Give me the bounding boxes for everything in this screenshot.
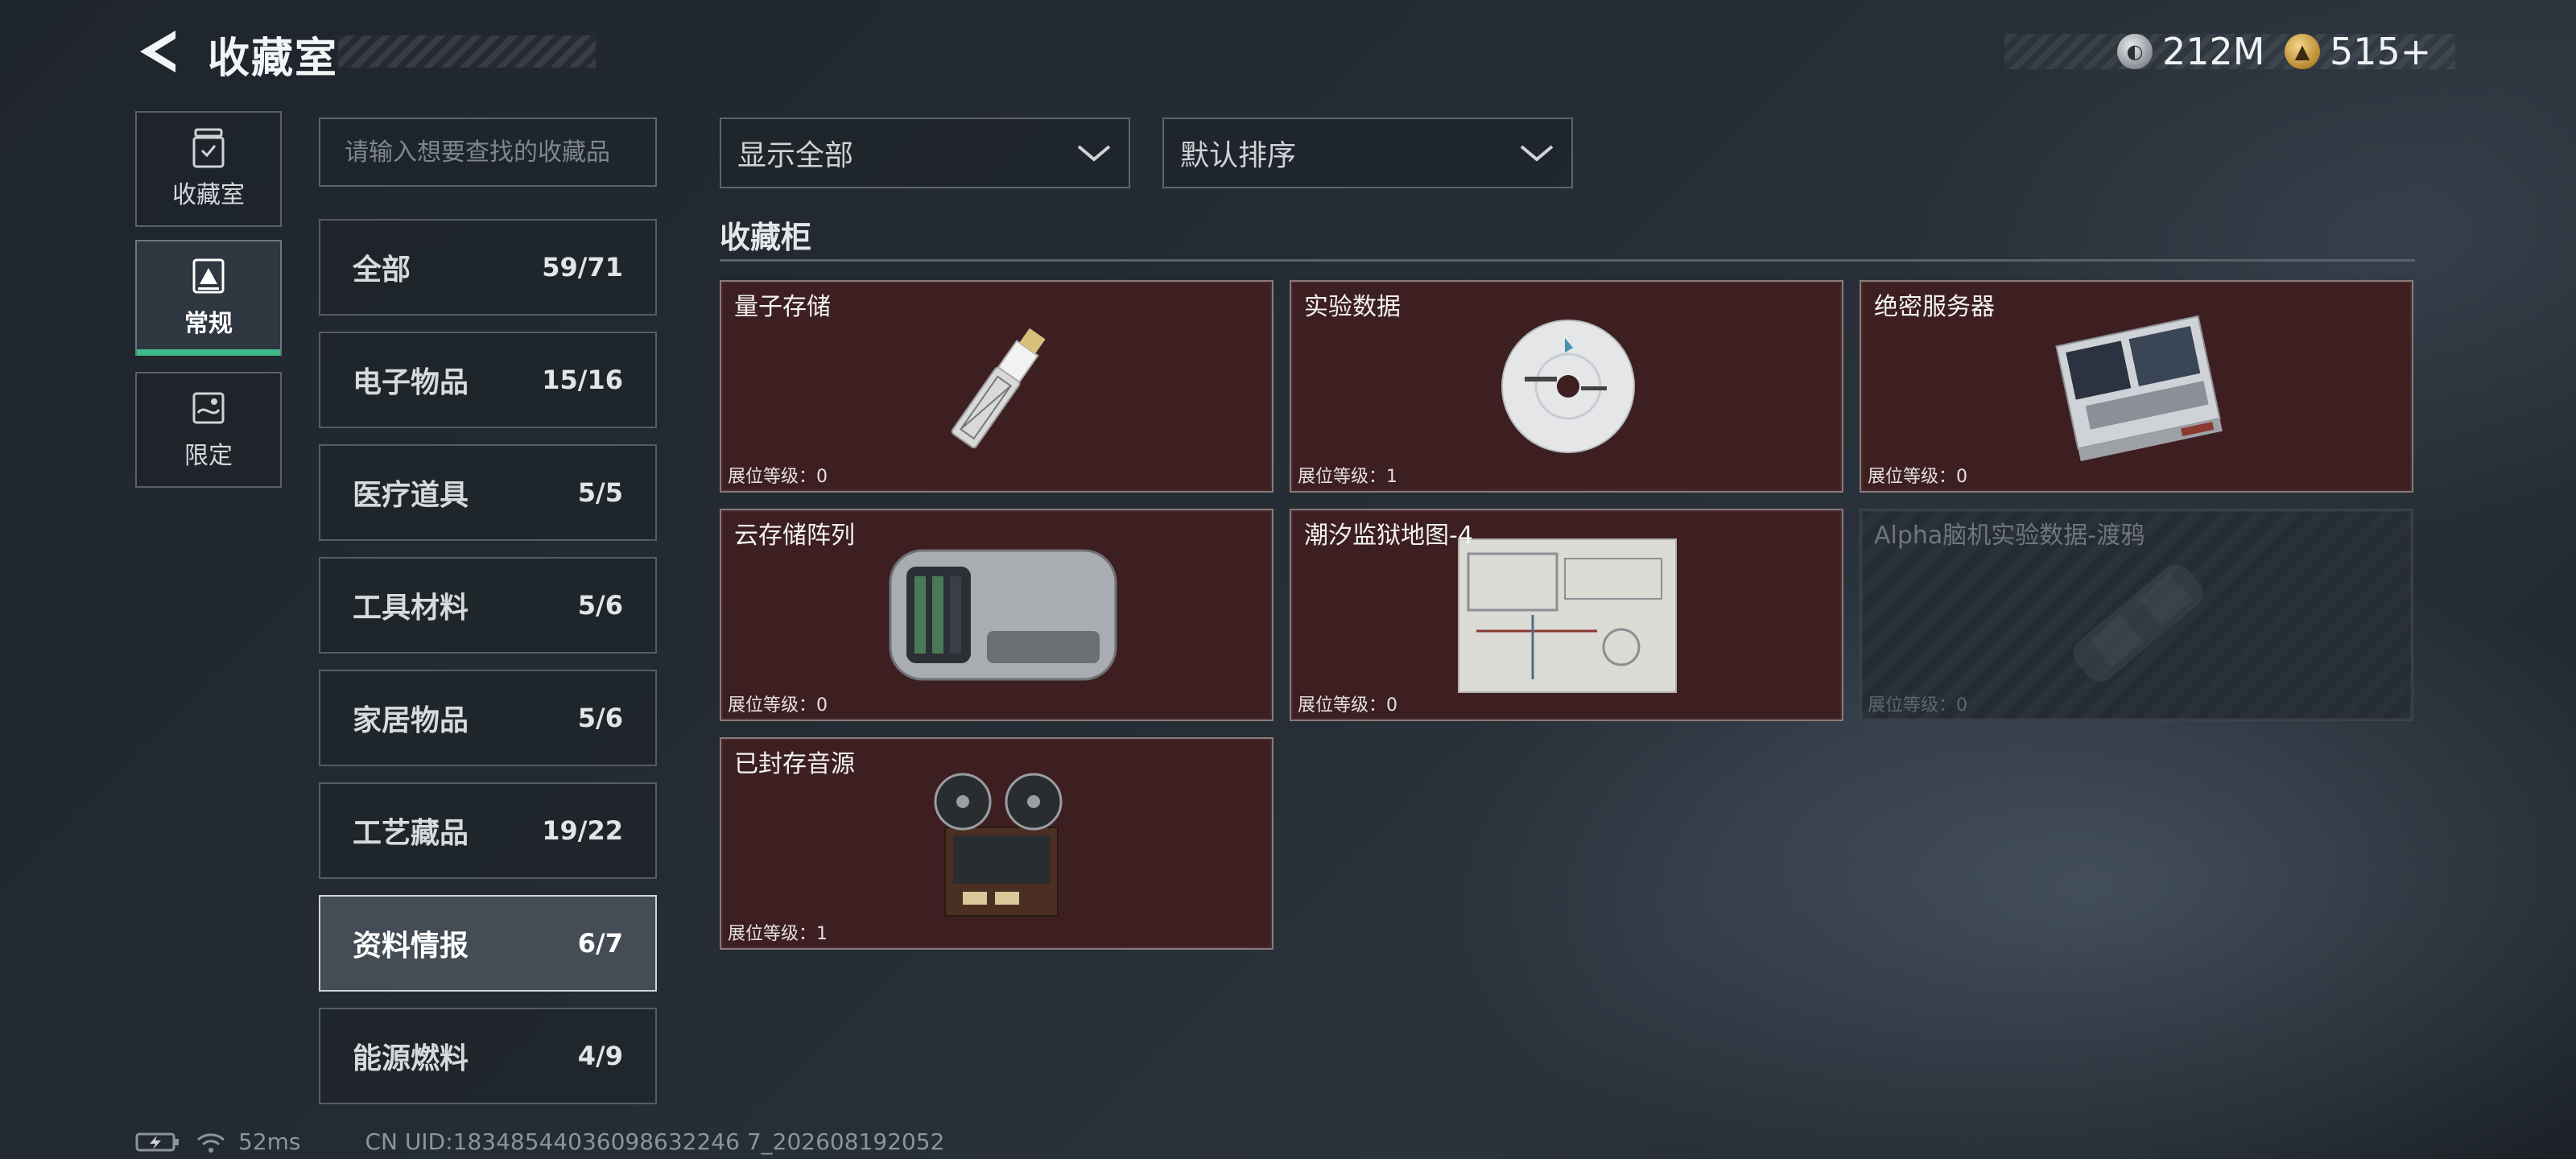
item-name: Alpha脑机实验数据-渡鸦 <box>1874 522 2145 550</box>
regular-icon <box>192 258 225 294</box>
item-level: 展位等级：0 <box>728 695 828 716</box>
item-name: 实验数据 <box>1304 293 1401 321</box>
category-count: 4/9 <box>577 1041 623 1071</box>
title-decoration <box>338 35 596 68</box>
category-name: 工具材料 <box>353 592 469 625</box>
nav-label: 收藏室 <box>172 181 245 209</box>
page-title: 收藏室 <box>208 35 339 83</box>
currency-gold[interactable]: ▲ 515+ <box>2285 27 2431 76</box>
item-level: 展位等级：0 <box>1868 695 1967 716</box>
category-count: 5/5 <box>577 477 623 508</box>
nav-regular[interactable]: 常规 <box>135 240 282 356</box>
item-level: 展位等级：0 <box>1868 467 1967 487</box>
section-divider <box>720 259 2415 262</box>
category-name: 医疗道具 <box>353 479 469 512</box>
currency-silver[interactable]: ◐ 212M <box>2117 27 2265 76</box>
display-filter-dropdown[interactable]: 显示全部 <box>720 118 1130 188</box>
collection-card-locked[interactable]: Alpha脑机实验数据-渡鸦 展位等级：0 <box>1860 509 2413 721</box>
collection-card[interactable]: 量子存储 展位等级：0 <box>720 280 1274 493</box>
category-name: 电子物品 <box>353 366 469 399</box>
item-name: 云存储阵列 <box>734 522 855 550</box>
category-count: 5/6 <box>577 703 623 733</box>
gold-amount: 515+ <box>2330 30 2432 73</box>
category-count: 59/71 <box>542 252 623 283</box>
item-name: 绝密服务器 <box>1874 293 1995 321</box>
section-title: 收藏柜 <box>720 220 812 255</box>
uid-text: CN UID:18348544036098632246 7_2026081920… <box>365 1128 945 1155</box>
nav-label: 限定 <box>184 442 233 470</box>
status-bar: 52ms CN UID:18348544036098632246 7_20260… <box>135 1128 944 1155</box>
collection-card[interactable]: 实验数据 展位等级：1 <box>1290 280 1843 493</box>
collection-card[interactable]: 已封存音源 展位等级：1 <box>720 737 1274 950</box>
item-level: 展位等级：0 <box>1298 695 1397 716</box>
category-count: 6/7 <box>577 928 623 959</box>
category-count: 19/22 <box>542 815 623 846</box>
silver-amount: 212M <box>2162 30 2265 73</box>
silver-coin-icon: ◐ <box>2117 34 2153 69</box>
category-name: 资料情报 <box>353 930 469 963</box>
category-name: 全部 <box>353 254 411 287</box>
limited-icon <box>192 392 225 424</box>
category-name: 能源燃料 <box>353 1042 469 1075</box>
chevron-down-icon <box>1077 145 1111 162</box>
nav-label: 常规 <box>184 310 233 338</box>
item-name: 已封存音源 <box>734 750 855 778</box>
nav-collection-room[interactable]: 收藏室 <box>135 111 282 227</box>
wifi-icon <box>197 1132 225 1153</box>
category-name: 家居物品 <box>353 704 469 737</box>
category-name: 工艺藏品 <box>353 817 469 850</box>
category-all[interactable]: 全部 59/71 <box>319 219 657 316</box>
category-household[interactable]: 家居物品 5/6 <box>319 670 657 766</box>
category-electronics[interactable]: 电子物品 15/16 <box>319 332 657 428</box>
collection-room-icon <box>192 128 225 168</box>
item-name: 量子存储 <box>734 293 831 321</box>
category-energy[interactable]: 能源燃料 4/9 <box>319 1008 657 1104</box>
item-name: 潮汐监狱地图-4 <box>1304 522 1473 550</box>
category-count: 5/6 <box>577 590 623 621</box>
collection-card[interactable]: 潮汐监狱地图-4 展位等级：0 <box>1290 509 1843 721</box>
search-input[interactable] <box>319 118 657 187</box>
ping-value: 52ms <box>238 1128 301 1155</box>
nav-limited[interactable]: 限定 <box>135 372 282 488</box>
chevron-down-icon <box>1520 145 1554 162</box>
collection-card[interactable]: 云存储阵列 展位等级：0 <box>720 509 1274 721</box>
category-medical[interactable]: 医疗道具 5/5 <box>319 444 657 541</box>
sort-dropdown[interactable]: 默认排序 <box>1162 118 1573 188</box>
battery-charging-icon <box>135 1132 179 1151</box>
item-level: 展位等级：1 <box>1298 467 1397 487</box>
collection-card[interactable]: 绝密服务器 展位等级：0 <box>1860 280 2413 493</box>
category-intel[interactable]: 资料情报 6/7 <box>319 895 657 992</box>
category-crafts[interactable]: 工艺藏品 19/22 <box>319 782 657 879</box>
dropdown-value: 显示全部 <box>737 139 854 172</box>
back-arrow-icon[interactable] <box>135 27 180 76</box>
item-level: 展位等级：0 <box>728 467 828 487</box>
item-level: 展位等级：1 <box>728 924 828 944</box>
gold-coin-icon: ▲ <box>2285 34 2320 69</box>
category-tools[interactable]: 工具材料 5/6 <box>319 557 657 654</box>
dropdown-value: 默认排序 <box>1180 139 1297 172</box>
category-count: 15/16 <box>542 365 623 395</box>
